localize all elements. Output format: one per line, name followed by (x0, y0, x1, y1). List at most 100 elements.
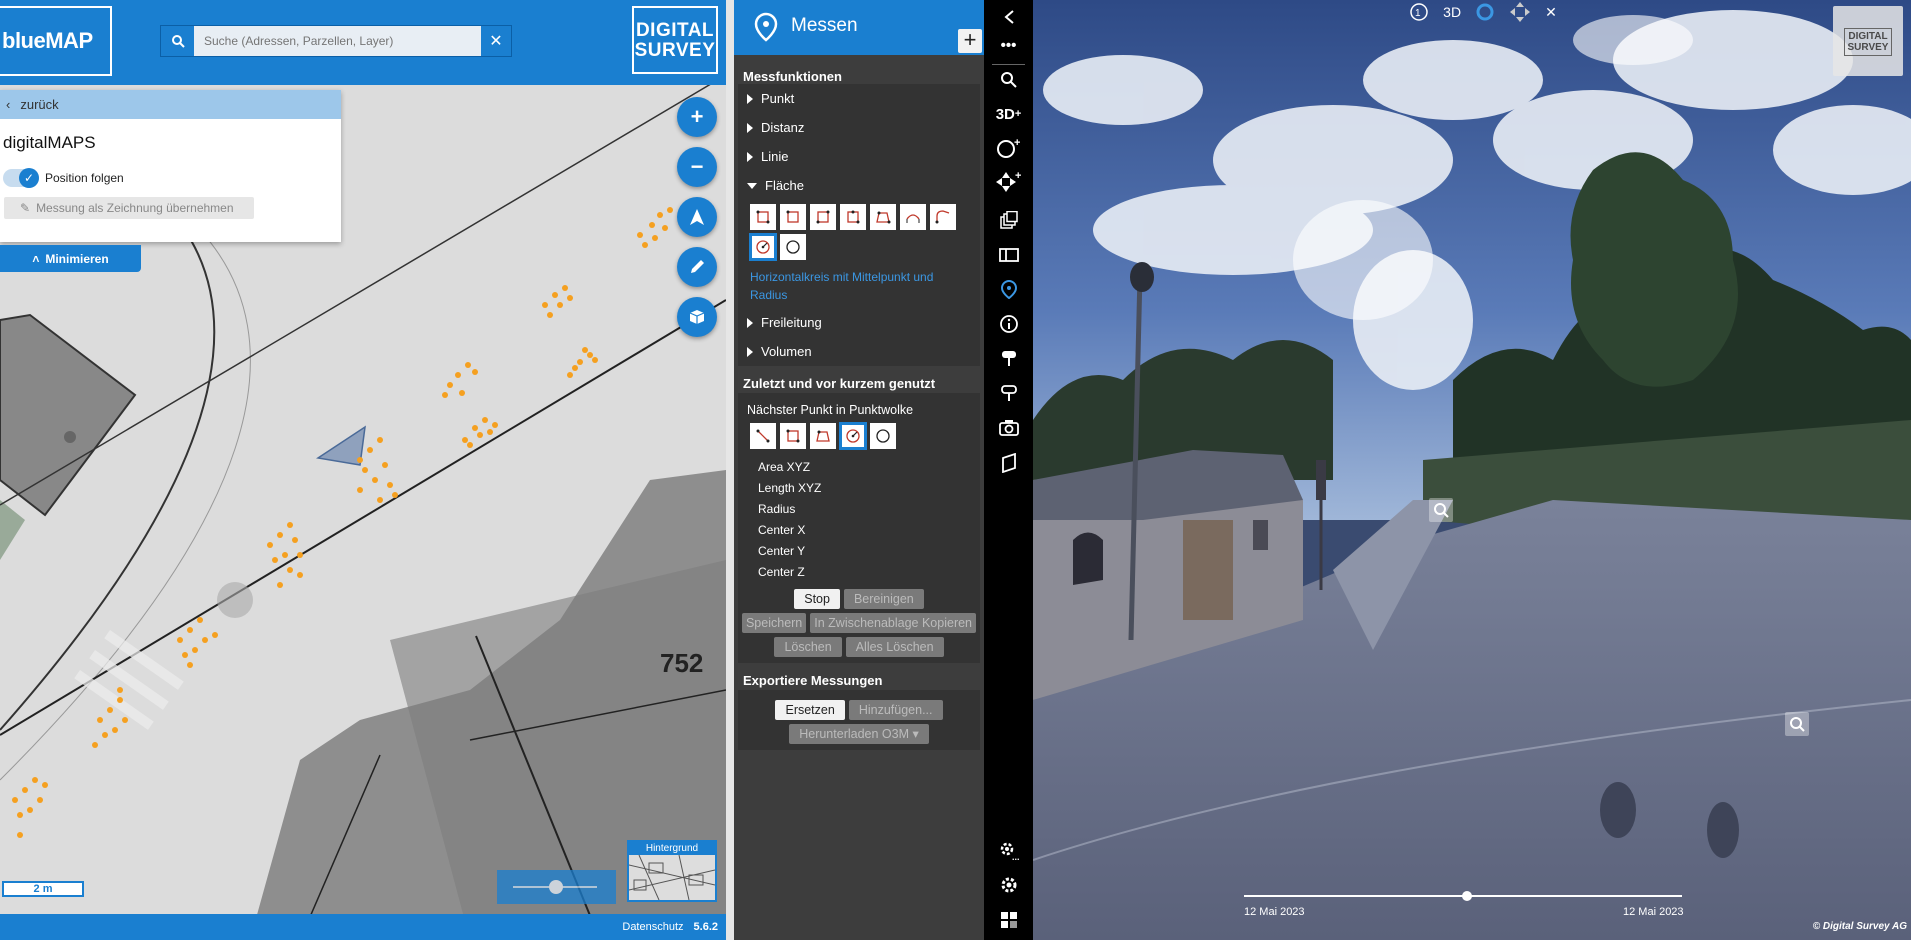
search-icon[interactable] (984, 63, 1033, 97)
item-punkt[interactable]: Punkt (738, 84, 980, 113)
watermark-line-2: SURVEY (1847, 42, 1889, 53)
circle-plus-icon[interactable]: + (984, 131, 1033, 165)
item-distanz[interactable]: Distanz (738, 113, 980, 142)
map-view[interactable]: 752 blueMAP ✕ DIGITAL SURVEY ‹ zurück di… (0, 0, 726, 940)
item-label: Fläche (765, 178, 805, 193)
save-button[interactable]: Speichern (741, 613, 807, 633)
zoom-in-button[interactable]: + (677, 97, 717, 137)
plus-icon: + (690, 104, 704, 129)
street-panorama[interactable] (1033, 0, 1911, 940)
3d-plus-icon[interactable]: 3D + (984, 97, 1033, 131)
zoom-magnifier-icon[interactable] (1429, 498, 1453, 522)
polyline-area-tool-icon[interactable] (810, 423, 836, 449)
draw-button[interactable] (677, 247, 717, 287)
item-label: Freileitung (761, 315, 822, 330)
back-label: zurück (20, 97, 59, 112)
square-tool-icon[interactable] (780, 204, 806, 230)
minimize-button[interactable]: ˄ Minimieren (0, 245, 141, 272)
logo-line-2: SURVEY (634, 40, 716, 61)
box-tool-icon[interactable] (840, 204, 866, 230)
close-icon[interactable]: ✕ (1545, 4, 1557, 21)
add-export-button[interactable]: Hinzufügen... (848, 700, 943, 720)
pencil-icon (691, 260, 704, 273)
circle-tool-icon[interactable] (780, 234, 806, 260)
step-icon[interactable]: 1 (1409, 2, 1429, 22)
zoom-out-button[interactable]: − (677, 147, 717, 187)
info-icon[interactable] (984, 307, 1033, 341)
3d-label: 3D (995, 105, 1015, 123)
opacity-slider[interactable] (497, 870, 616, 904)
privacy-link[interactable]: Datenschutz (622, 921, 683, 933)
clean-button[interactable]: Bereinigen (843, 589, 924, 609)
item-freileitung[interactable]: Freileitung (738, 308, 980, 337)
cube-icon (689, 310, 705, 324)
circle-center-radius-tool-icon[interactable] (840, 423, 866, 449)
replace-button[interactable]: Ersetzen (775, 700, 845, 720)
zoom-magnifier-icon[interactable] (1785, 712, 1809, 736)
recent-block: Nächster Punkt in Punktwolke Area XYZ Le… (738, 393, 980, 663)
digital-survey-logo: DIGITAL SURVEY (632, 6, 718, 74)
chevron-down-icon: ▾ (912, 727, 919, 741)
watermark-text: DIGITAL SURVEY (1843, 28, 1893, 56)
background-switcher[interactable]: Hintergrund (627, 840, 717, 902)
rectangle-tool-icon[interactable] (780, 423, 806, 449)
polygon-tool-icon[interactable] (810, 204, 836, 230)
download-select[interactable]: Herunterladen O3M ▾ (789, 724, 929, 744)
item-flaeche[interactable]: Fläche (738, 171, 980, 200)
area-tools-row-2 (738, 230, 980, 260)
delete-all-button[interactable]: Alles Löschen (845, 637, 944, 657)
search-icon[interactable] (161, 26, 194, 56)
watermark-line-1: DIGITAL (1848, 31, 1888, 42)
area-tools-row-1 (738, 200, 980, 230)
drawing-icon: ✎ (20, 201, 31, 215)
panorama-view[interactable]: 1 3D ✕ DIGITAL SURVEY 12 Mai 2023 12 Mai … (1033, 0, 1911, 940)
rectangle-tool-icon[interactable] (750, 204, 776, 230)
3d-toggle[interactable]: 3D (1443, 4, 1461, 20)
timeline-knob[interactable] (1462, 891, 1472, 901)
apps-icon[interactable] (984, 903, 1033, 937)
polyline-area-tool-icon[interactable] (870, 204, 896, 230)
note-icon[interactable] (984, 446, 1033, 480)
adopt-measurement-button[interactable]: ✎ Messung als Zeichnung übernehmen (4, 197, 254, 219)
circle-center-radius-tool-icon[interactable] (750, 234, 776, 260)
settings-icon[interactable] (984, 868, 1033, 902)
copy-clipboard-button[interactable]: In Zwischenablage Kopieren (810, 613, 977, 633)
line-tool-icon[interactable] (750, 423, 776, 449)
follow-position-row: ✓ Position folgen (3, 168, 341, 188)
result-center-x: Center X (758, 523, 806, 537)
close-icon[interactable]: ✕ (481, 26, 511, 56)
marker-icon[interactable] (984, 341, 1033, 375)
settings-extra-icon[interactable]: ... (984, 833, 1033, 867)
curve-tool-icon[interactable] (930, 204, 956, 230)
measure-icon[interactable] (984, 272, 1033, 306)
action-row-1: Stop Bereinigen (738, 589, 980, 609)
search-bar[interactable]: ✕ (160, 25, 512, 57)
check-icon: ✓ (19, 168, 39, 188)
circle-icon[interactable] (1475, 2, 1495, 22)
panel-icon[interactable] (984, 238, 1033, 272)
camera-icon[interactable] (984, 411, 1033, 445)
pin-icon[interactable] (984, 376, 1033, 410)
item-linie[interactable]: Linie (738, 142, 980, 171)
add-button[interactable]: + (958, 29, 982, 53)
follow-position-toggle[interactable]: ✓ (3, 168, 39, 188)
arc-tool-icon[interactable] (900, 204, 926, 230)
delete-button[interactable]: Löschen (774, 637, 842, 657)
move-plus-icon[interactable]: + (984, 165, 1033, 199)
stop-button[interactable]: Stop (794, 589, 840, 609)
locate-button[interactable] (677, 197, 717, 237)
circle-tool-icon[interactable] (870, 423, 896, 449)
timeline-start-date: 12 Mai 2023 (1244, 906, 1305, 918)
item-volumen[interactable]: Volumen (738, 337, 980, 366)
3d-object-button[interactable] (677, 297, 717, 337)
move-icon[interactable] (1509, 1, 1531, 23)
panel-divider[interactable] (726, 0, 734, 940)
slider-knob[interactable] (549, 880, 563, 894)
panel-title: digitalMAPS (3, 133, 96, 152)
background-thumbnail (628, 854, 716, 901)
layers-icon[interactable] (984, 203, 1033, 237)
back-button[interactable]: ‹ zurück (0, 90, 341, 119)
more-icon[interactable]: ••• (984, 28, 1033, 62)
parcel-number: 752 (660, 648, 703, 678)
search-input[interactable] (194, 26, 481, 56)
